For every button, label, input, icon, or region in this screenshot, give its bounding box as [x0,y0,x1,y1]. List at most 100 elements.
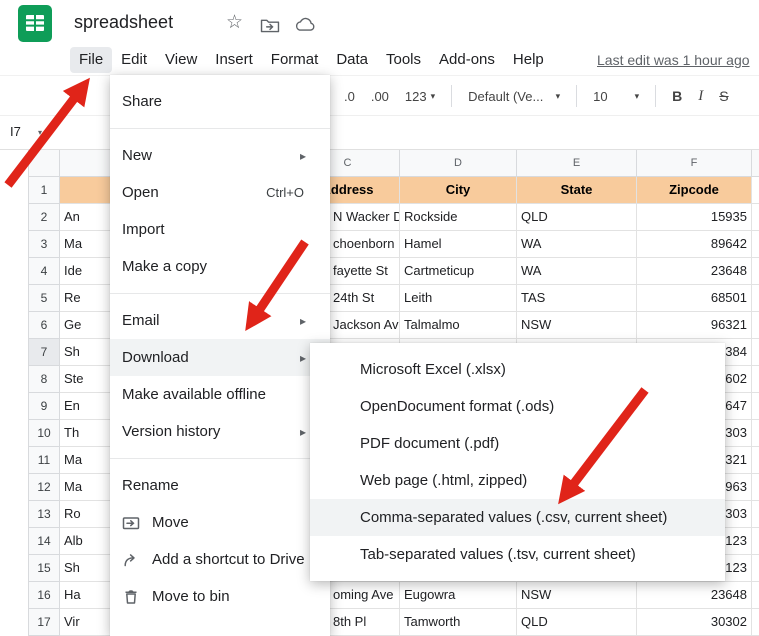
cell-F2[interactable]: 15935 [637,204,752,231]
cell-E16[interactable]: NSW [517,582,637,609]
star-icon[interactable]: ☆ [226,11,243,34]
file-menu-item-download[interactable]: Download▸ [110,339,330,376]
file-menu-item-make-available-offline[interactable]: Make available offline [110,376,330,413]
cell-D6[interactable]: Talmalmo [400,312,517,339]
cell-G7[interactable] [752,339,759,366]
document-title[interactable]: spreadsheet [74,12,173,33]
download-submenu-item-tab-separated-values-tsv-current-sheet[interactable]: Tab-separated values (.tsv, current shee… [310,536,725,573]
file-menu-item-new[interactable]: New▸ [110,137,330,174]
file-menu-item-import[interactable]: Import [110,211,330,248]
row-header-8[interactable]: 8 [28,366,60,393]
cell-E2[interactable]: QLD [517,204,637,231]
cell-D4[interactable]: Cartmeticup [400,258,517,285]
cell-G8[interactable] [752,366,759,393]
file-menu-item-move-to-bin[interactable]: Move to bin [110,578,330,615]
row-header-16[interactable]: 16 [28,582,60,609]
cell-G16[interactable] [752,582,759,609]
row-header-15[interactable]: 15 [28,555,60,582]
row-header-1[interactable]: 1 [28,177,60,204]
cell-D1[interactable]: City [400,177,517,204]
cell-G12[interactable] [752,474,759,501]
row-header-7[interactable]: 7 [28,339,60,366]
file-menu-item-share[interactable]: Share [110,83,330,120]
increase-decimal-button[interactable]: .00 [365,85,395,108]
file-menu-item-email[interactable]: Email▸ [110,302,330,339]
download-submenu-item-web-page-html-zipped[interactable]: Web page (.html, zipped) [310,462,725,499]
cell-G10[interactable] [752,420,759,447]
row-header-12[interactable]: 12 [28,474,60,501]
cell-G5[interactable] [752,285,759,312]
menubar-item-file[interactable]: File [70,47,112,73]
cell-D16[interactable]: Eugowra [400,582,517,609]
cell-D2[interactable]: Rockside [400,204,517,231]
menubar-item-tools[interactable]: Tools [377,47,430,73]
cell-E5[interactable]: TAS [517,285,637,312]
row-header-9[interactable]: 9 [28,393,60,420]
last-edit-link[interactable]: Last edit was 1 hour ago [597,52,750,68]
font-family-selector[interactable]: Default (Ve... ▾ [462,85,566,108]
file-menu-item-move[interactable]: Move [110,504,330,541]
cell-F17[interactable]: 30302 [637,609,752,636]
font-size-selector[interactable]: 10 ▾ [587,85,645,108]
file-menu-item-rename[interactable]: Rename [110,467,330,504]
column-header-g[interactable] [752,150,759,177]
strikethrough-button[interactable]: S [713,84,734,108]
select-all-corner[interactable] [28,150,60,177]
cell-G14[interactable] [752,528,759,555]
download-submenu-item-comma-separated-values-csv-current-sheet[interactable]: Comma-separated values (.csv, current sh… [310,499,725,536]
row-header-10[interactable]: 10 [28,420,60,447]
cell-E3[interactable]: WA [517,231,637,258]
file-menu-item-version-history[interactable]: Version history▸ [110,413,330,450]
row-header-3[interactable]: 3 [28,231,60,258]
cell-G4[interactable] [752,258,759,285]
menubar-item-add-ons[interactable]: Add-ons [430,47,504,73]
cell-E1[interactable]: State [517,177,637,204]
menubar-item-data[interactable]: Data [327,47,377,73]
italic-button[interactable]: I [692,84,709,109]
row-header-11[interactable]: 11 [28,447,60,474]
cell-F6[interactable]: 96321 [637,312,752,339]
row-header-5[interactable]: 5 [28,285,60,312]
file-menu-item-add-a-shortcut-to-drive[interactable]: Add a shortcut to Drive [110,541,330,578]
cell-D3[interactable]: Hamel [400,231,517,258]
cell-F4[interactable]: 23648 [637,258,752,285]
cloud-status-icon[interactable] [294,17,316,33]
column-header-d[interactable]: D [400,150,517,177]
cell-G11[interactable] [752,447,759,474]
download-submenu-item-pdf-document-pdf[interactable]: PDF document (.pdf) [310,425,725,462]
row-header-4[interactable]: 4 [28,258,60,285]
file-menu-item-make-a-copy[interactable]: Make a copy [110,248,330,285]
download-submenu-item-opendocument-format-ods[interactable]: OpenDocument format (.ods) [310,388,725,425]
cell-G17[interactable] [752,609,759,636]
file-menu-item-open[interactable]: OpenCtrl+O [110,174,330,211]
cell-G1[interactable] [752,177,759,204]
move-folder-icon[interactable] [260,17,280,33]
name-box[interactable]: I7 [10,124,21,139]
column-header-e[interactable]: E [517,150,637,177]
cell-G2[interactable] [752,204,759,231]
cell-E4[interactable]: WA [517,258,637,285]
cell-G13[interactable] [752,501,759,528]
download-submenu-item-microsoft-excel-xlsx[interactable]: Microsoft Excel (.xlsx) [310,351,725,388]
decrease-decimal-button[interactable]: .0 [338,85,361,108]
menubar-item-view[interactable]: View [156,47,206,73]
column-header-f[interactable]: F [637,150,752,177]
row-header-2[interactable]: 2 [28,204,60,231]
cell-G15[interactable] [752,555,759,582]
cell-G6[interactable] [752,312,759,339]
cell-F16[interactable]: 23648 [637,582,752,609]
number-format-button[interactable]: 123 ▾ [399,85,441,108]
sheets-logo[interactable] [18,5,52,42]
bold-button[interactable]: B [666,84,688,108]
menubar-item-format[interactable]: Format [262,47,328,73]
cell-G9[interactable] [752,393,759,420]
cell-F5[interactable]: 68501 [637,285,752,312]
cell-D5[interactable]: Leith [400,285,517,312]
cell-E6[interactable]: NSW [517,312,637,339]
row-header-17[interactable]: 17 [28,609,60,636]
menubar-item-edit[interactable]: Edit [112,47,156,73]
cell-F3[interactable]: 89642 [637,231,752,258]
menubar-item-help[interactable]: Help [504,47,553,73]
cell-D17[interactable]: Tamworth [400,609,517,636]
cell-G3[interactable] [752,231,759,258]
